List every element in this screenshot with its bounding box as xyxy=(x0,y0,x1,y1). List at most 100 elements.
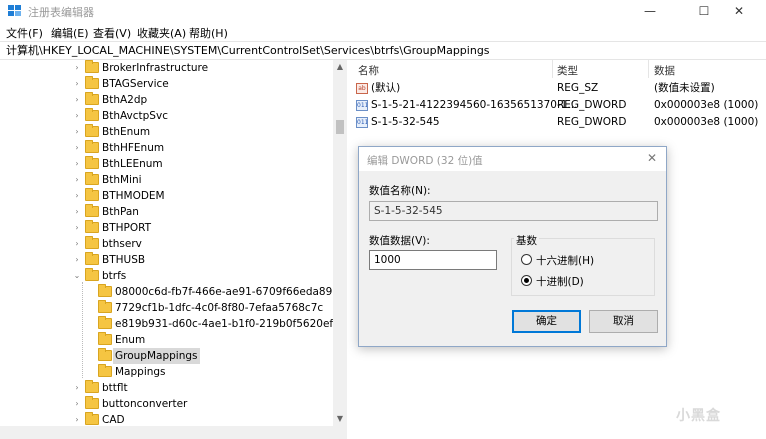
value-row-sid-545[interactable]: 011 S-1-5-32-545 REG_DWORD 0x000003e8 (1… xyxy=(352,114,766,131)
tree-item-label: BrokerInfrastructure xyxy=(102,62,209,74)
dialog-title: 编辑 DWORD (32 位)值 xyxy=(367,155,483,167)
address-bar[interactable]: 计算机\HKEY_LOCAL_MACHINE\SYSTEM\CurrentCon… xyxy=(0,41,766,60)
tree-item-bthmini[interactable]: › BthMini xyxy=(0,172,333,188)
dialog-close-icon[interactable]: ✕ xyxy=(647,151,657,165)
tree-item-label-selected: GroupMappings xyxy=(113,348,200,364)
tree-horizontal-scrollbar[interactable] xyxy=(0,426,347,439)
expand-arrow-icon[interactable]: › xyxy=(72,252,82,268)
column-header-type[interactable]: 类型 xyxy=(557,63,578,78)
window-title: 注册表编辑器 xyxy=(28,6,94,19)
expand-arrow-icon[interactable]: › xyxy=(72,140,82,156)
expand-arrow-icon[interactable]: › xyxy=(72,76,82,92)
expand-arrow-icon[interactable]: › xyxy=(72,204,82,220)
tree-item-bthpan[interactable]: › BthPan xyxy=(0,204,333,220)
column-header-data[interactable]: 数据 xyxy=(654,63,675,78)
tree-item-label: BthLEEnum xyxy=(102,158,163,170)
tree-item-label: e819b931-d60c-4ae1-b1f0-219b0f5620ef xyxy=(115,318,334,330)
expand-arrow-icon[interactable]: › xyxy=(72,188,82,204)
folder-icon xyxy=(98,316,112,329)
base-group-label: 基数 xyxy=(514,233,539,248)
value-data-input[interactable]: 1000 xyxy=(369,250,497,270)
value-name-field[interactable]: S-1-5-32-545 xyxy=(369,201,658,221)
menu-file[interactable]: 文件(F) xyxy=(6,25,43,41)
tree-vertical-scrollbar[interactable] xyxy=(333,60,347,426)
watermark-logo: 小黑盒 xyxy=(676,408,721,424)
value-name: (默认) xyxy=(371,82,401,94)
value-data-label: 数值数据(V): xyxy=(369,235,430,247)
value-name-label: 数值名称(N): xyxy=(369,185,431,197)
value-row-default[interactable]: ab (默认) REG_SZ (数值未设置) xyxy=(352,80,766,97)
scroll-down-arrow-icon[interactable]: ▼ xyxy=(333,412,347,426)
menu-favorites[interactable]: 收藏夹(A) xyxy=(137,25,186,41)
tree-item-bthavctpsvc[interactable]: › BthAvctpSvc xyxy=(0,108,333,124)
tree-item-bthenum[interactable]: › BthEnum xyxy=(0,124,333,140)
folder-icon xyxy=(85,188,99,201)
dword-value-icon: 011 xyxy=(356,100,368,111)
folder-icon xyxy=(98,364,112,377)
tree-item-7729cf1b[interactable]: 7729cf1b-1dfc-4c0f-8f80-7efaa5768c7c xyxy=(0,300,333,316)
close-button[interactable]: ✕ xyxy=(716,0,762,22)
tree-item-groupmappings[interactable]: GroupMappings xyxy=(0,348,333,364)
decimal-radio[interactable] xyxy=(521,275,532,286)
expand-arrow-icon[interactable]: › xyxy=(72,220,82,236)
tree-item-label: BthAvctpSvc xyxy=(102,110,168,122)
folder-icon xyxy=(85,60,99,73)
tree-item-enum[interactable]: Enum xyxy=(0,332,333,348)
tree-item-08000c6d[interactable]: 08000c6d-fb7f-466e-ae91-6709f66eda89 xyxy=(0,284,333,300)
tree-item-label: BTAGService xyxy=(102,78,169,90)
tree-item-mappings[interactable]: Mappings xyxy=(0,364,333,380)
folder-icon xyxy=(85,204,99,217)
folder-icon xyxy=(85,76,99,89)
column-divider[interactable] xyxy=(552,60,553,78)
ok-button[interactable]: 确定 xyxy=(512,310,581,333)
expand-arrow-icon[interactable]: › xyxy=(72,124,82,140)
tree-item-brokerinfrastructure[interactable]: › BrokerInfrastructure xyxy=(0,60,333,76)
value-name: S-1-5-32-545 xyxy=(371,116,440,128)
menu-edit[interactable]: 编辑(E) xyxy=(51,25,89,41)
menu-view[interactable]: 查看(V) xyxy=(93,25,131,41)
tree-item-bthserv[interactable]: › bthserv xyxy=(0,236,333,252)
expand-arrow-icon[interactable]: › xyxy=(72,108,82,124)
tree-item-btagservice[interactable]: › BTAGService xyxy=(0,76,333,92)
expand-arrow-icon[interactable]: › xyxy=(72,172,82,188)
tree-item-bthmodem[interactable]: › BTHMODEM xyxy=(0,188,333,204)
tree-item-buttonconverter[interactable]: › buttonconverter xyxy=(0,396,333,412)
expand-arrow-icon[interactable]: › xyxy=(72,396,82,412)
column-divider[interactable] xyxy=(648,60,649,78)
folder-icon xyxy=(85,92,99,105)
minimize-button[interactable]: — xyxy=(627,0,673,22)
tree-item-label: Enum xyxy=(115,334,146,346)
tree-item-bthhfenum[interactable]: › BthHFEnum xyxy=(0,140,333,156)
column-header-name[interactable]: 名称 xyxy=(358,63,379,78)
tree-item-e819b931[interactable]: e819b931-d60c-4ae1-b1f0-219b0f5620ef xyxy=(0,316,333,332)
scrollbar-thumb[interactable] xyxy=(336,120,344,134)
hex-radio-label[interactable]: 十六进制(H) xyxy=(536,253,594,268)
expand-arrow-icon[interactable]: › xyxy=(72,380,82,396)
expand-arrow-icon[interactable]: › xyxy=(72,92,82,108)
value-type: REG_SZ xyxy=(557,82,599,94)
menu-help[interactable]: 帮助(H) xyxy=(189,25,228,41)
title-bar: 注册表编辑器 — ☐ ✕ xyxy=(0,0,766,22)
expand-arrow-icon[interactable]: › xyxy=(72,236,82,252)
tree-item-bthport[interactable]: › BTHPORT xyxy=(0,220,333,236)
tree-item-bthleenum[interactable]: › BthLEEnum xyxy=(0,156,333,172)
key-tree: › BrokerInfrastructure › BTAGService › B… xyxy=(0,60,347,439)
scroll-up-arrow-icon[interactable]: ▲ xyxy=(333,60,347,74)
tree-item-bttflt[interactable]: › bttflt xyxy=(0,380,333,396)
tree-item-btrfs[interactable]: ⌄ btrfs xyxy=(0,268,333,284)
tree-item-btha2dp[interactable]: › BthA2dp xyxy=(0,92,333,108)
folder-icon xyxy=(85,396,99,409)
expand-arrow-icon[interactable]: › xyxy=(72,156,82,172)
folder-icon xyxy=(85,380,99,393)
decimal-radio-label[interactable]: 十进制(D) xyxy=(536,274,584,289)
value-row-sid-long[interactable]: 011 S-1-5-21-4122394560-1635651370-1... … xyxy=(352,97,766,114)
tree-item-bthusb[interactable]: › BTHUSB xyxy=(0,252,333,268)
cancel-button[interactable]: 取消 xyxy=(589,310,658,333)
hex-radio[interactable] xyxy=(521,254,532,265)
expand-arrow-icon[interactable]: › xyxy=(72,60,82,76)
folder-icon xyxy=(85,140,99,153)
folder-icon xyxy=(98,348,112,361)
collapse-arrow-icon[interactable]: ⌄ xyxy=(72,268,82,284)
folder-icon xyxy=(85,236,99,249)
tree-item-label: BthPan xyxy=(102,206,139,218)
